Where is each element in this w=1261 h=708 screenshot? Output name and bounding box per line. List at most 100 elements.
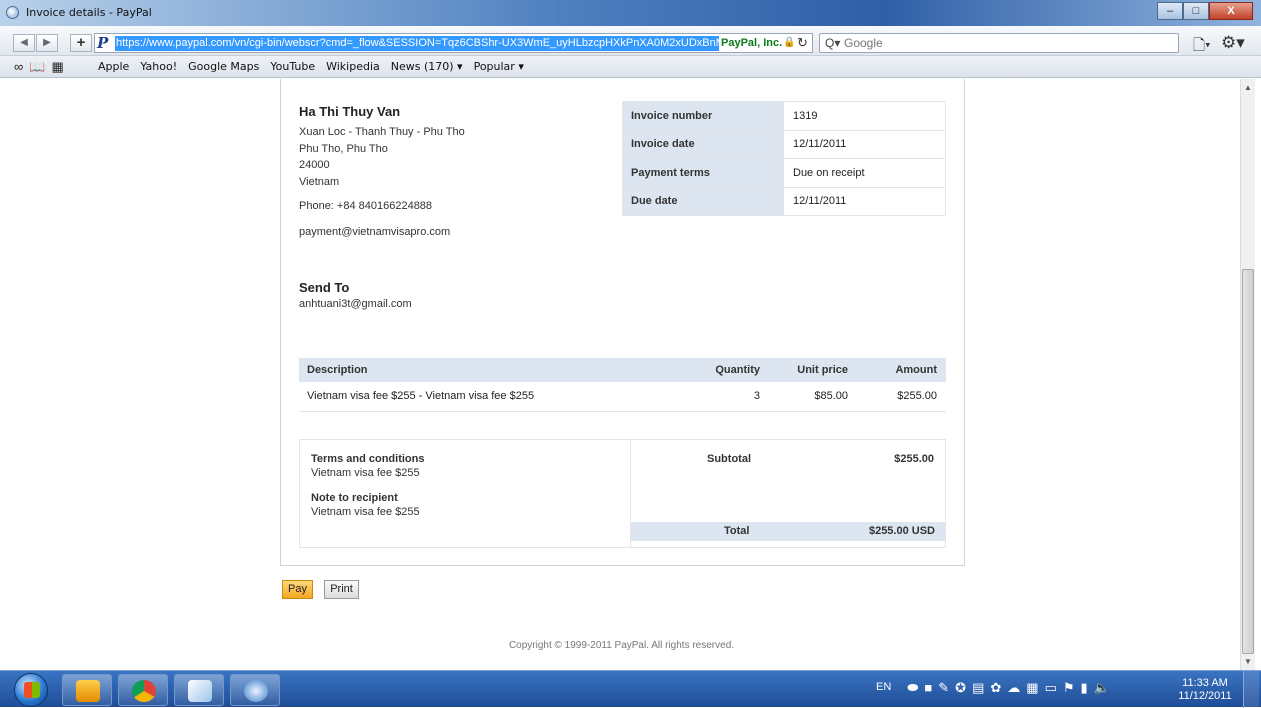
subtotal-label: Subtotal <box>707 453 751 465</box>
bookmark-popular[interactable]: Popular ▾ <box>474 60 524 73</box>
send-to-block: Send To anhtuani3t@gmail.com <box>299 280 412 310</box>
lock-icon: 🔒 <box>783 37 796 48</box>
forward-button[interactable]: ▶ <box>36 34 58 52</box>
item-unit-price: $85.00 <box>769 382 857 412</box>
bookmark-google-maps[interactable]: Google Maps <box>188 60 259 73</box>
column-header-unit-price: Unit price <box>769 358 857 382</box>
gear-icon[interactable]: ⚙▾ <box>1221 33 1245 53</box>
tray-app-icon[interactable]: ▤ <box>972 680 984 696</box>
notes-block: Terms and conditions Vietnam visa fee $2… <box>311 453 631 518</box>
search-input[interactable] <box>844 36 1144 50</box>
copyright-text: Copyright © 1999-2011 PayPal. All rights… <box>508 640 735 651</box>
flag-icon[interactable]: ⚑ <box>1063 680 1075 696</box>
bookmark-yahoo[interactable]: Yahoo! <box>140 60 177 73</box>
spacer-cell <box>857 411 946 440</box>
meta-label: Invoice number <box>622 101 784 131</box>
volume-icon[interactable]: 🔈 <box>1094 680 1110 696</box>
tray-app-icon[interactable]: ✪ <box>955 680 966 696</box>
taskbar-outlook[interactable] <box>62 674 112 706</box>
item-quantity: 3 <box>699 382 769 412</box>
maximize-button[interactable]: □ <box>1183 2 1209 20</box>
bookmark-links: Apple Yahoo! Google Maps YouTube Wikiped… <box>98 60 524 73</box>
sender-phone: Phone: +84 840166224888 <box>299 200 433 212</box>
start-button[interactable] <box>14 673 48 707</box>
total-value: $255.00 USD <box>868 525 935 537</box>
item-description: Vietnam visa fee $255 - Vietnam visa fee… <box>299 382 699 412</box>
network-icon[interactable]: ▭ <box>1045 680 1057 696</box>
table-row: Invoice date 12/11/2011 <box>622 129 946 159</box>
items-table: Description Quantity Unit price Amount V… <box>299 358 946 440</box>
add-bookmark-button[interactable]: + <box>70 34 92 52</box>
sender-name: Ha Thi Thuy Van <box>299 104 401 119</box>
print-button[interactable]: Print <box>324 580 359 599</box>
clock[interactable]: 11:33 AM 11/12/2011 <box>1175 677 1235 703</box>
safari-compass-icon <box>244 680 268 702</box>
scrollbar-thumb[interactable] <box>1242 269 1254 654</box>
show-desktop-button[interactable] <box>1243 671 1259 708</box>
spacer-cell <box>699 411 769 440</box>
meta-label: Invoice date <box>622 129 784 159</box>
back-button[interactable]: ◀ <box>13 34 35 52</box>
meta-value: 1319 <box>783 101 946 131</box>
tray-app-icon[interactable]: ☁ <box>1007 680 1020 696</box>
reading-list-icon[interactable]: ∞ <box>14 59 29 74</box>
site-identity[interactable]: PayPal, Inc. <box>721 37 782 49</box>
vertical-scrollbar[interactable]: ▲ ▼ <box>1240 79 1255 670</box>
bookmark-apple[interactable]: Apple <box>98 60 129 73</box>
tray-app-icon[interactable]: ▦ <box>1026 680 1038 696</box>
column-header-quantity: Quantity <box>699 358 769 382</box>
bookmark-news[interactable]: News (170) ▾ <box>391 60 463 73</box>
taskbar-safari[interactable] <box>230 674 280 706</box>
reload-icon[interactable]: ↻ <box>797 35 808 51</box>
tray-app-icon[interactable]: ⬬ <box>907 680 918 696</box>
total-row: Total $255.00 USD <box>631 522 946 541</box>
table-row: Payment terms Due on receipt <box>622 158 946 188</box>
taskbar-paint[interactable] <box>174 674 224 706</box>
spacer-cell <box>299 411 699 440</box>
table-row: Vietnam visa fee $255 - Vietnam visa fee… <box>299 382 946 412</box>
navigation-toolbar: ◀ ▶ + P https://www.paypal.com/vn/cgi-bi… <box>0 26 1261 56</box>
bookmark-youtube[interactable]: YouTube <box>270 60 315 73</box>
bookmarks-icon[interactable]: 📖 <box>29 59 51 74</box>
meta-value: 12/11/2011 <box>783 129 946 159</box>
scroll-up-icon[interactable]: ▲ <box>1244 83 1252 92</box>
table-spacer-row <box>299 411 946 440</box>
send-to-email: anhtuani3t@gmail.com <box>299 298 412 310</box>
note-text: Vietnam visa fee $255 <box>311 506 420 518</box>
scroll-down-icon[interactable]: ▼ <box>1244 657 1252 666</box>
invoice-meta-table: Invoice number 1319 Invoice date 12/11/2… <box>622 101 946 216</box>
tray-app-icon[interactable]: ■ <box>924 680 932 696</box>
bookmarks-bar: ∞📖▦ Apple Yahoo! Google Maps YouTube Wik… <box>0 56 1261 78</box>
terms-text: Vietnam visa fee $255 <box>311 467 420 479</box>
top-sites-icon[interactable]: ▦ <box>51 59 69 74</box>
tray-app-icon[interactable]: ✿ <box>990 680 1001 696</box>
sender-email: payment@vietnamvisapro.com <box>299 226 451 238</box>
search-icon: Q▾ <box>825 36 841 50</box>
paint-icon <box>188 680 212 702</box>
clock-time: 11:33 AM <box>1182 677 1228 689</box>
column-header-description: Description <box>299 358 699 382</box>
sender-address-line: Xuan Loc - Thanh Thuy - Phu Tho <box>299 126 465 138</box>
search-box[interactable]: Q▾ <box>819 33 1179 53</box>
meta-value: 12/11/2011 <box>783 186 946 216</box>
bookmark-wikipedia[interactable]: Wikipedia <box>326 60 380 73</box>
url-text[interactable]: https://www.paypal.com/vn/cgi-bin/webscr… <box>115 36 719 51</box>
minimize-button[interactable]: – <box>1157 2 1183 20</box>
chrome-icon <box>132 680 156 702</box>
language-indicator[interactable]: EN <box>876 681 891 696</box>
outlook-icon <box>76 680 100 702</box>
note-title: Note to recipient <box>311 492 398 504</box>
taskbar-chrome[interactable] <box>118 674 168 706</box>
total-label: Total <box>724 525 750 537</box>
pay-button[interactable]: Pay <box>282 580 313 599</box>
sender-address-line: Phu Tho, Phu Tho <box>299 142 388 155</box>
send-to-title: Send To <box>299 280 350 295</box>
battery-icon[interactable]: ▮ <box>1081 680 1088 696</box>
system-tray: EN ⬬ ■ ✎ ✪ ▤ ✿ ☁ ▦ ▭ ⚑ ▮ 🔈 <box>876 680 1110 696</box>
tray-app-icon[interactable]: ✎ <box>938 680 949 696</box>
close-button[interactable]: X <box>1209 2 1253 20</box>
address-bar[interactable]: P https://www.paypal.com/vn/cgi-bin/webs… <box>94 33 813 53</box>
taskbar: EN ⬬ ■ ✎ ✪ ▤ ✿ ☁ ▦ ▭ ⚑ ▮ 🔈 11:33 AM 11/1… <box>0 670 1261 708</box>
subtotal-value: $255.00 <box>894 453 934 465</box>
meta-label: Payment terms <box>622 158 784 188</box>
